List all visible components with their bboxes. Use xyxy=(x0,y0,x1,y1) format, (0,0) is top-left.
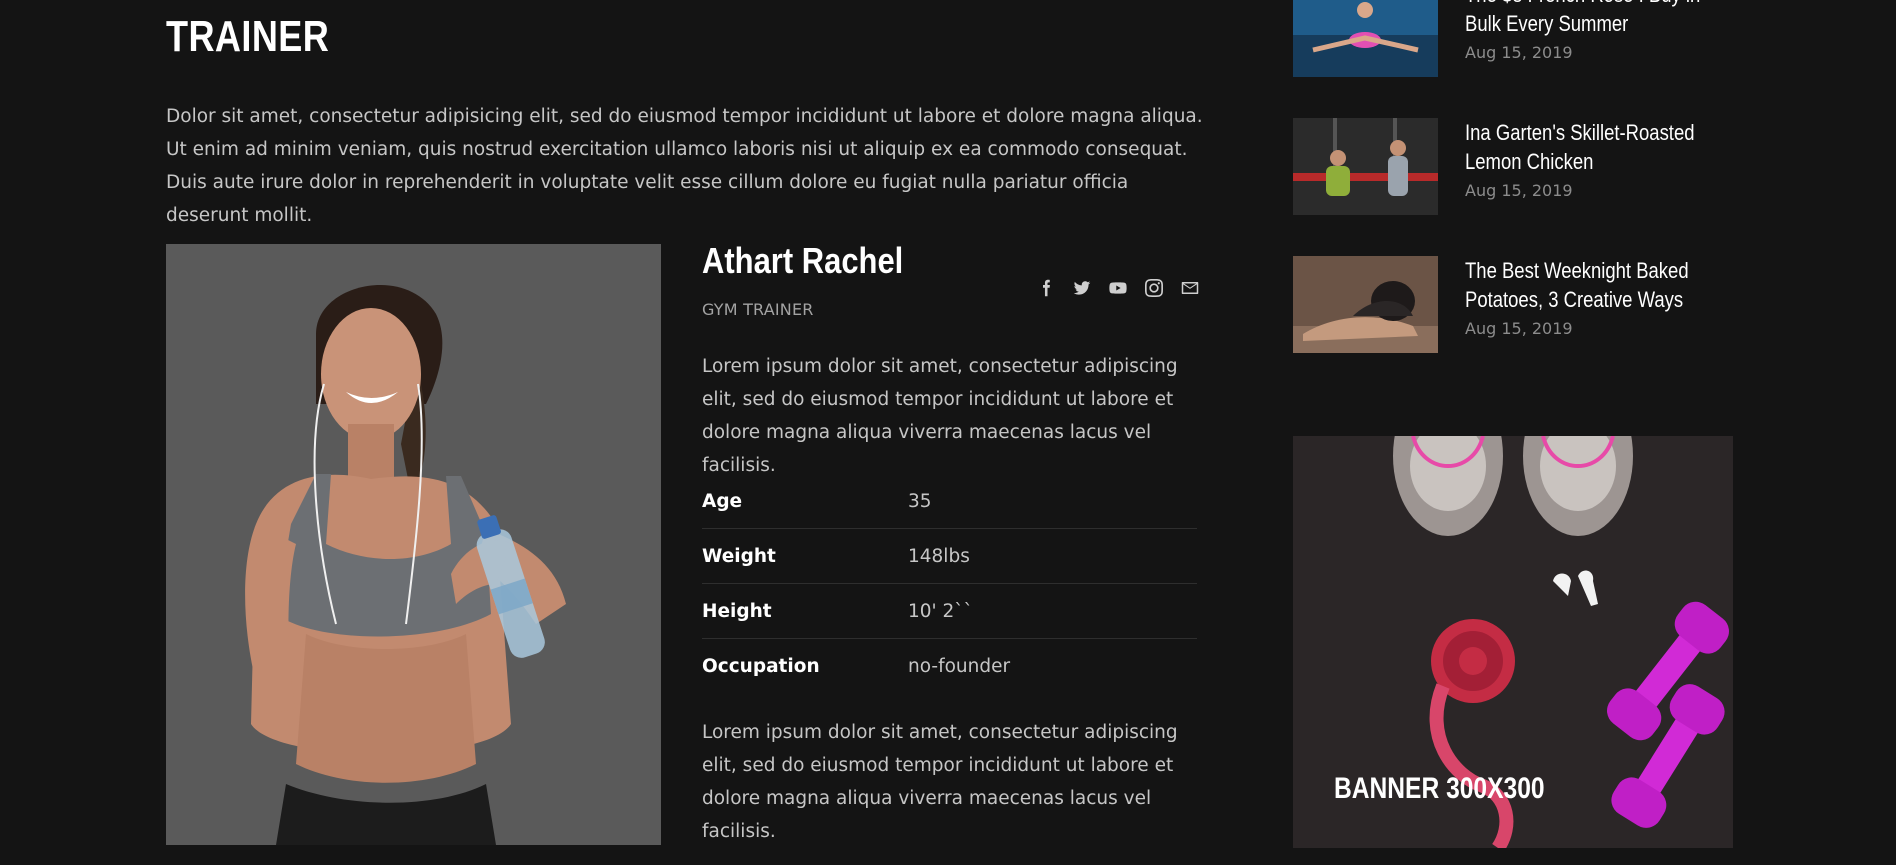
trainer-bio-detail: Lorem ipsum dolor sit amet, consectetur … xyxy=(702,722,1178,842)
stat-label: Age xyxy=(702,490,743,512)
trainer-role: GYM TRAINER xyxy=(702,300,814,319)
post-title[interactable]: Ina Garten's Skillet-Roasted Lemon Chick… xyxy=(1465,118,1725,176)
post-title[interactable]: The Best Weeknight Baked Potatoes, 3 Cre… xyxy=(1465,256,1725,314)
post-thumbnail[interactable] xyxy=(1293,118,1438,215)
post-date: Aug 15, 2019 xyxy=(1465,181,1573,200)
sidebar-post[interactable]: Ina Garten's Skillet-Roasted Lemon Chick… xyxy=(1293,118,1733,215)
sidebar-post[interactable]: The $8 French Rosé I Buy in Bulk Every S… xyxy=(1293,0,1733,77)
trainer-name: Athart Rachel xyxy=(702,240,904,281)
stat-row-age: Age 35 xyxy=(702,474,1197,529)
stat-value: 10' 2`` xyxy=(908,600,973,622)
stat-value: 35 xyxy=(908,490,932,512)
trainer-bio-intro: Lorem ipsum dolor sit amet, consectetur … xyxy=(702,356,1178,476)
trainer-photo xyxy=(166,244,661,845)
section-title: TRAINER xyxy=(166,12,330,61)
post-date: Aug 15, 2019 xyxy=(1465,43,1573,62)
sidebar-post[interactable]: The Best Weeknight Baked Potatoes, 3 Cre… xyxy=(1293,256,1733,353)
mail-icon[interactable] xyxy=(1178,276,1202,300)
trainer-stats-table: Age 35 Weight 148lbs Height 10' 2`` Occu… xyxy=(702,474,1197,694)
youtube-icon[interactable] xyxy=(1106,276,1130,300)
post-thumbnail[interactable] xyxy=(1293,0,1438,77)
stat-row-weight: Weight 148lbs xyxy=(702,529,1197,584)
instagram-icon[interactable] xyxy=(1142,276,1166,300)
twitter-icon[interactable] xyxy=(1070,276,1094,300)
stat-row-height: Height 10' 2`` xyxy=(702,584,1197,639)
social-links xyxy=(1034,276,1202,300)
post-title[interactable]: The $8 French Rosé I Buy in Bulk Every S… xyxy=(1465,0,1725,38)
stat-value: no-founder xyxy=(908,656,1011,677)
stat-label: Weight xyxy=(702,545,776,567)
section-intro: Dolor sit amet, consectetur adipisicing … xyxy=(166,106,1203,226)
trainer-photo-illustration xyxy=(166,244,661,845)
facebook-icon[interactable] xyxy=(1034,276,1058,300)
stat-label: Height xyxy=(702,600,772,622)
stat-label: Occupation xyxy=(702,656,820,677)
stat-value: 148lbs xyxy=(908,545,970,567)
post-thumbnail[interactable] xyxy=(1293,256,1438,353)
stat-row-occupation: Occupation no-founder xyxy=(702,639,1197,694)
post-date: Aug 15, 2019 xyxy=(1465,319,1573,338)
ad-banner[interactable]: BANNER 300X300 xyxy=(1293,436,1733,848)
banner-label: BANNER 300X300 xyxy=(1334,772,1545,805)
